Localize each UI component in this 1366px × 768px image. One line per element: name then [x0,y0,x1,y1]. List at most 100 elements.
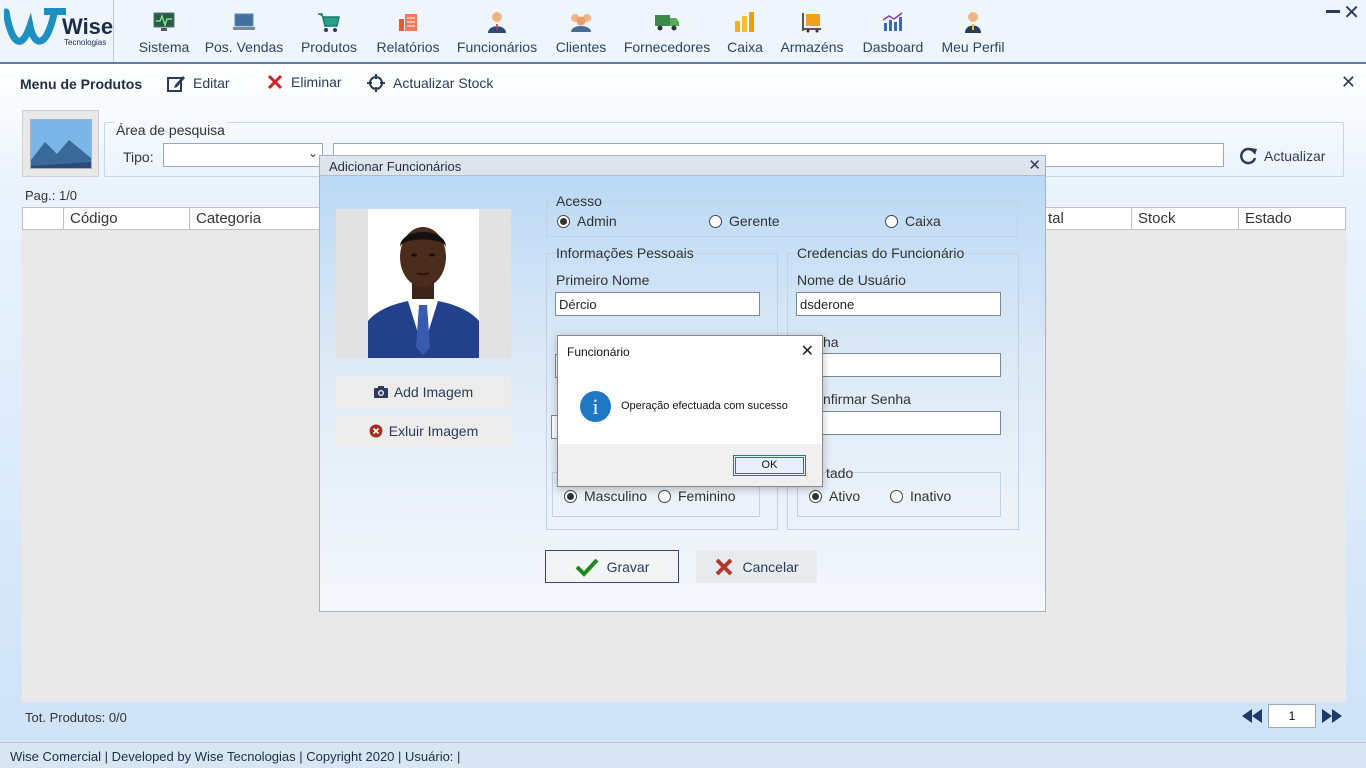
nav-funcionarios[interactable]: Funcionários [457,0,537,62]
window-close-button[interactable]: ✕ [1343,0,1360,25]
panel-title: Menu de Produtos [20,76,143,92]
first-name-label: Primeiro Nome [556,272,650,288]
refresh-icon [1240,147,1257,165]
radio-selected-icon [557,214,570,228]
monitor-icon [153,12,175,31]
employee-photo-frame [336,209,511,358]
cancel-button[interactable]: Cancelar [696,550,817,583]
ok-button[interactable]: OK [733,455,806,476]
state-legend: tado [826,465,854,481]
search-area-legend: Área de pesquisa [114,122,227,138]
customers-icon [571,14,591,32]
confirm-password-label: nfirmar Senha [823,391,911,407]
page-number-input[interactable] [1268,704,1316,728]
credentials-legend: Credencias do Funcionário [797,245,965,261]
radio-selected-icon [809,489,822,503]
cart-icon [318,13,340,32]
brand-subtitle: Tecnologias [64,38,107,47]
nav-dashboard[interactable]: Dasboard [861,0,925,62]
dashboard-icon [882,12,903,31]
total-products: Tot. Produtos: 0/0 [25,710,127,725]
radio-empty-icon [658,489,671,503]
radio-empty-icon [709,214,722,228]
cancel-x-icon [716,558,733,575]
products-toolbar: Menu de Produtos Editar Eliminar Actuali… [0,64,1366,104]
app-logo: Wise Tecnologias [0,0,114,62]
profile-icon [965,12,981,33]
update-stock-button[interactable]: Actualizar Stock [367,74,493,92]
pager [1242,704,1342,728]
password-field[interactable]: • [796,353,1001,377]
access-legend: Acesso [556,193,602,209]
dialog-close-button[interactable]: ✕ [1028,156,1041,174]
product-image-thumbnail[interactable] [22,110,99,177]
image-placeholder-icon [31,120,91,168]
nav-relatorios[interactable]: Relatórios [376,0,440,62]
previous-page-icon[interactable] [1242,709,1262,723]
type-label: Tipo: [123,149,154,165]
report-icon [399,14,417,31]
crosshair-icon [367,74,385,92]
wise-logo-icon [4,8,66,45]
state-ativo-radio[interactable]: Ativo [809,488,860,504]
radio-empty-icon [890,489,903,503]
page-info: Pag.: 1/0 [25,188,78,203]
column-header[interactable]: Código [63,208,189,229]
nav-fornecedores[interactable]: Fornecedores [624,0,710,62]
nav-pos-vendas[interactable]: Pos. Vendas [205,0,283,62]
nav-meu-perfil[interactable]: Meu Perfil [941,0,1005,62]
employee-portrait-image [368,209,479,358]
refresh-button[interactable]: Actualizar [1238,146,1325,166]
radio-empty-icon [885,214,898,228]
edit-button[interactable]: Editar [167,74,230,92]
message-box: Funcionário ✕ i Operação efectuada com s… [557,335,823,487]
panel-close-button[interactable]: ✕ [1341,72,1356,93]
nav-caixa[interactable]: Caixa [726,0,764,62]
add-image-button[interactable]: Add Imagem [336,376,511,408]
column-header[interactable]: Categoria [189,208,319,229]
personal-info-legend: Informações Pessoais [556,245,694,261]
column-header[interactable]: Estado [1238,208,1345,229]
remove-image-button[interactable]: Exluir Imagem [336,415,511,447]
nav-produtos[interactable]: Produtos [299,0,359,62]
next-page-icon[interactable] [1322,709,1342,723]
coins-icon [735,12,754,32]
save-button[interactable]: Gravar [545,550,679,583]
access-admin-radio[interactable]: Admin [557,213,617,229]
edit-icon [167,76,185,92]
brand-name: Wise [62,14,114,39]
first-name-field[interactable]: Dércio [555,292,760,316]
checkmark-icon [575,558,599,577]
username-field[interactable]: dsderone [796,292,1001,316]
confirm-password-field[interactable]: • [796,411,1001,435]
nav-clientes[interactable]: Clientes [554,0,608,62]
message-box-footer: OK [558,444,822,486]
nav-sistema[interactable]: Sistema [138,0,190,62]
access-caixa-radio[interactable]: Caixa [885,213,941,229]
delete-button[interactable]: Eliminar [267,74,342,90]
camera-icon [373,386,388,398]
gender-masculino-radio[interactable]: Masculino [564,488,647,504]
info-icon: i [580,391,611,422]
state-inativo-radio[interactable]: Inativo [890,488,951,504]
column-header[interactable]: Stock [1131,208,1238,229]
access-group [546,201,1018,237]
gender-feminino-radio[interactable]: Feminino [658,488,736,504]
password-label: ha [823,334,839,350]
message-box-title: Funcionário [567,345,630,359]
delete-x-icon [267,74,283,90]
column-header[interactable]: tal [1041,208,1131,229]
radio-selected-icon [564,489,577,503]
top-navigation-bar: Wise Tecnologias Sistema Pos. Vendas Pro… [0,0,1366,64]
username-label: Nome de Usuário [797,272,906,288]
access-gerente-radio[interactable]: Gerente [709,213,780,229]
window-minimize-button[interactable] [1326,2,1340,18]
dialog-title: Adicionar Funcionários [320,156,1045,176]
message-box-close-button[interactable]: ✕ [801,341,814,361]
warehouse-icon [802,13,821,33]
employee-photo [368,209,479,358]
type-select[interactable]: ⌄ [163,143,323,167]
message-text: Operação efectuada com sucesso [621,400,788,412]
nav-armazens[interactable]: Armazéns [780,0,844,62]
remove-circle-icon [369,424,383,438]
